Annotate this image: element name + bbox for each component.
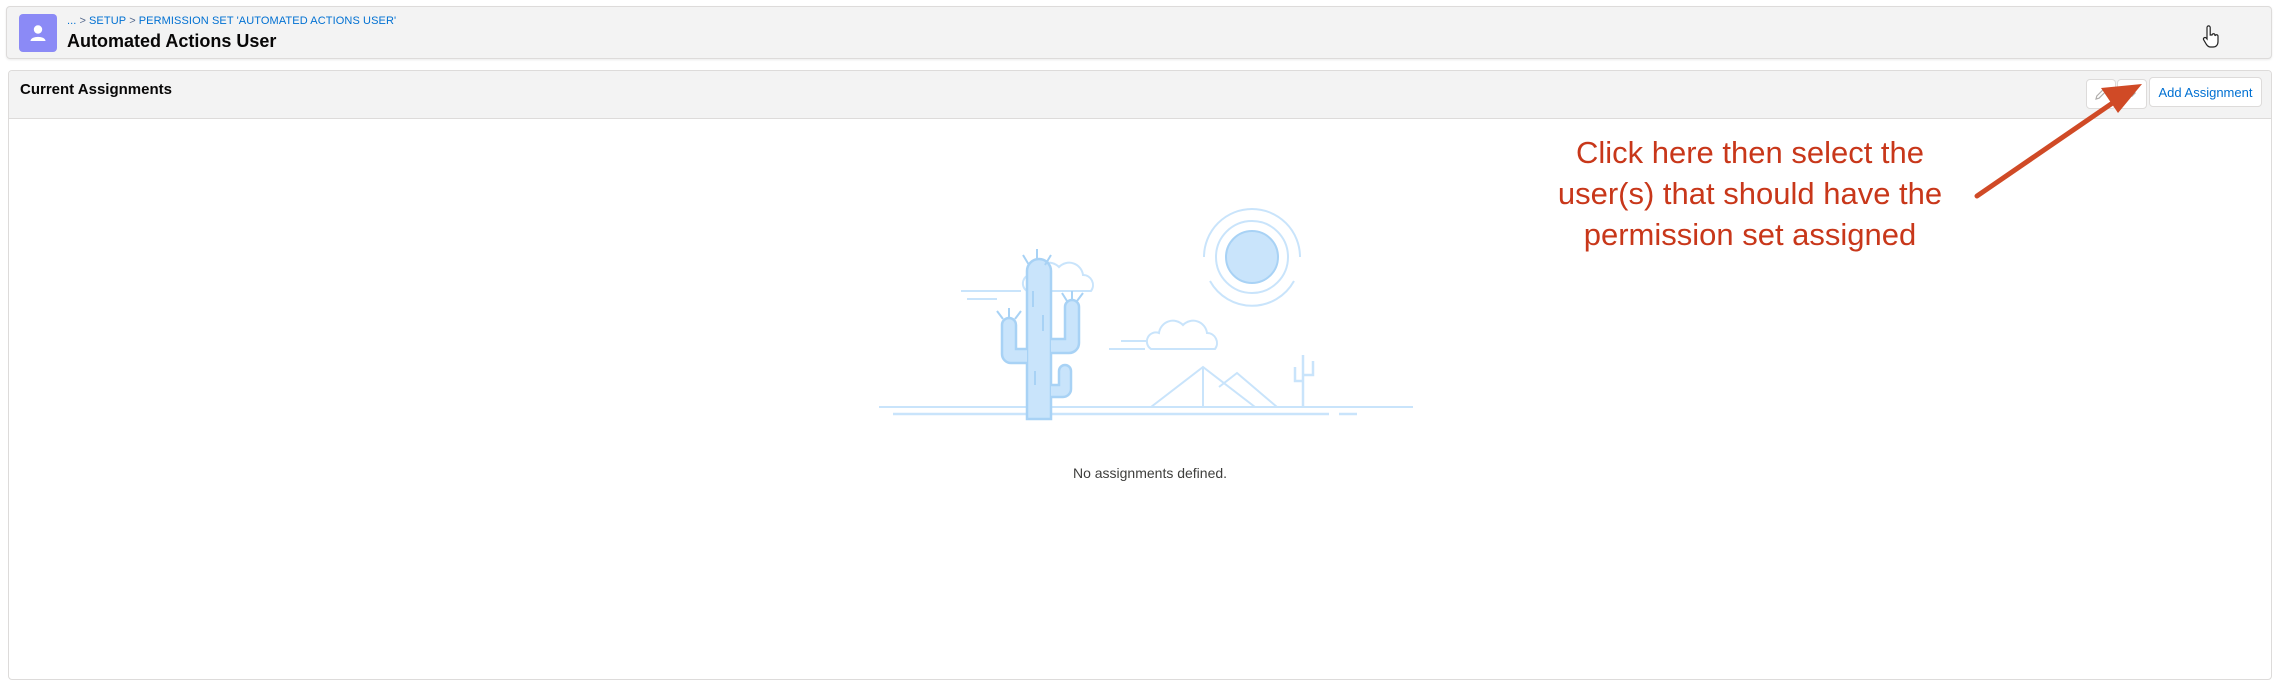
add-assignment-button[interactable]: Add Assignment bbox=[2149, 77, 2262, 107]
annotation-line-2: user(s) that should have the bbox=[1557, 176, 1943, 211]
empty-state-message: No assignments defined. bbox=[1072, 465, 1228, 481]
page-title: Automated Actions User bbox=[67, 31, 277, 51]
chevron-down-icon bbox=[2128, 92, 2136, 97]
desert-cactus-illustration bbox=[879, 207, 1413, 421]
annotation-callout: Click here then select the user(s) that … bbox=[1490, 132, 2010, 255]
user-icon bbox=[19, 14, 57, 52]
breadcrumb: ... > SETUP > PERMISSION SET 'AUTOMATED ACTI… bbox=[67, 15, 397, 27]
pencil-icon bbox=[2095, 88, 2107, 100]
page-header: ... > SETUP > PERMISSION SET 'AUTOMATED ACTI… bbox=[6, 6, 2272, 59]
breadcrumb-setup[interactable]: SETUP bbox=[89, 15, 126, 27]
annotation-line-3: permission set assigned bbox=[1583, 217, 1917, 252]
breadcrumb-permission-set[interactable]: PERMISSION SET 'AUTOMATED ACTIONS USER' bbox=[139, 15, 396, 27]
annotation-line-1: Click here then select the bbox=[1575, 135, 1925, 170]
edit-button[interactable] bbox=[2086, 79, 2116, 109]
more-actions-button[interactable] bbox=[2117, 79, 2147, 109]
card-title: Current Assignments bbox=[20, 81, 172, 98]
card-header: Current Assignments Add Assignment bbox=[9, 71, 2271, 119]
